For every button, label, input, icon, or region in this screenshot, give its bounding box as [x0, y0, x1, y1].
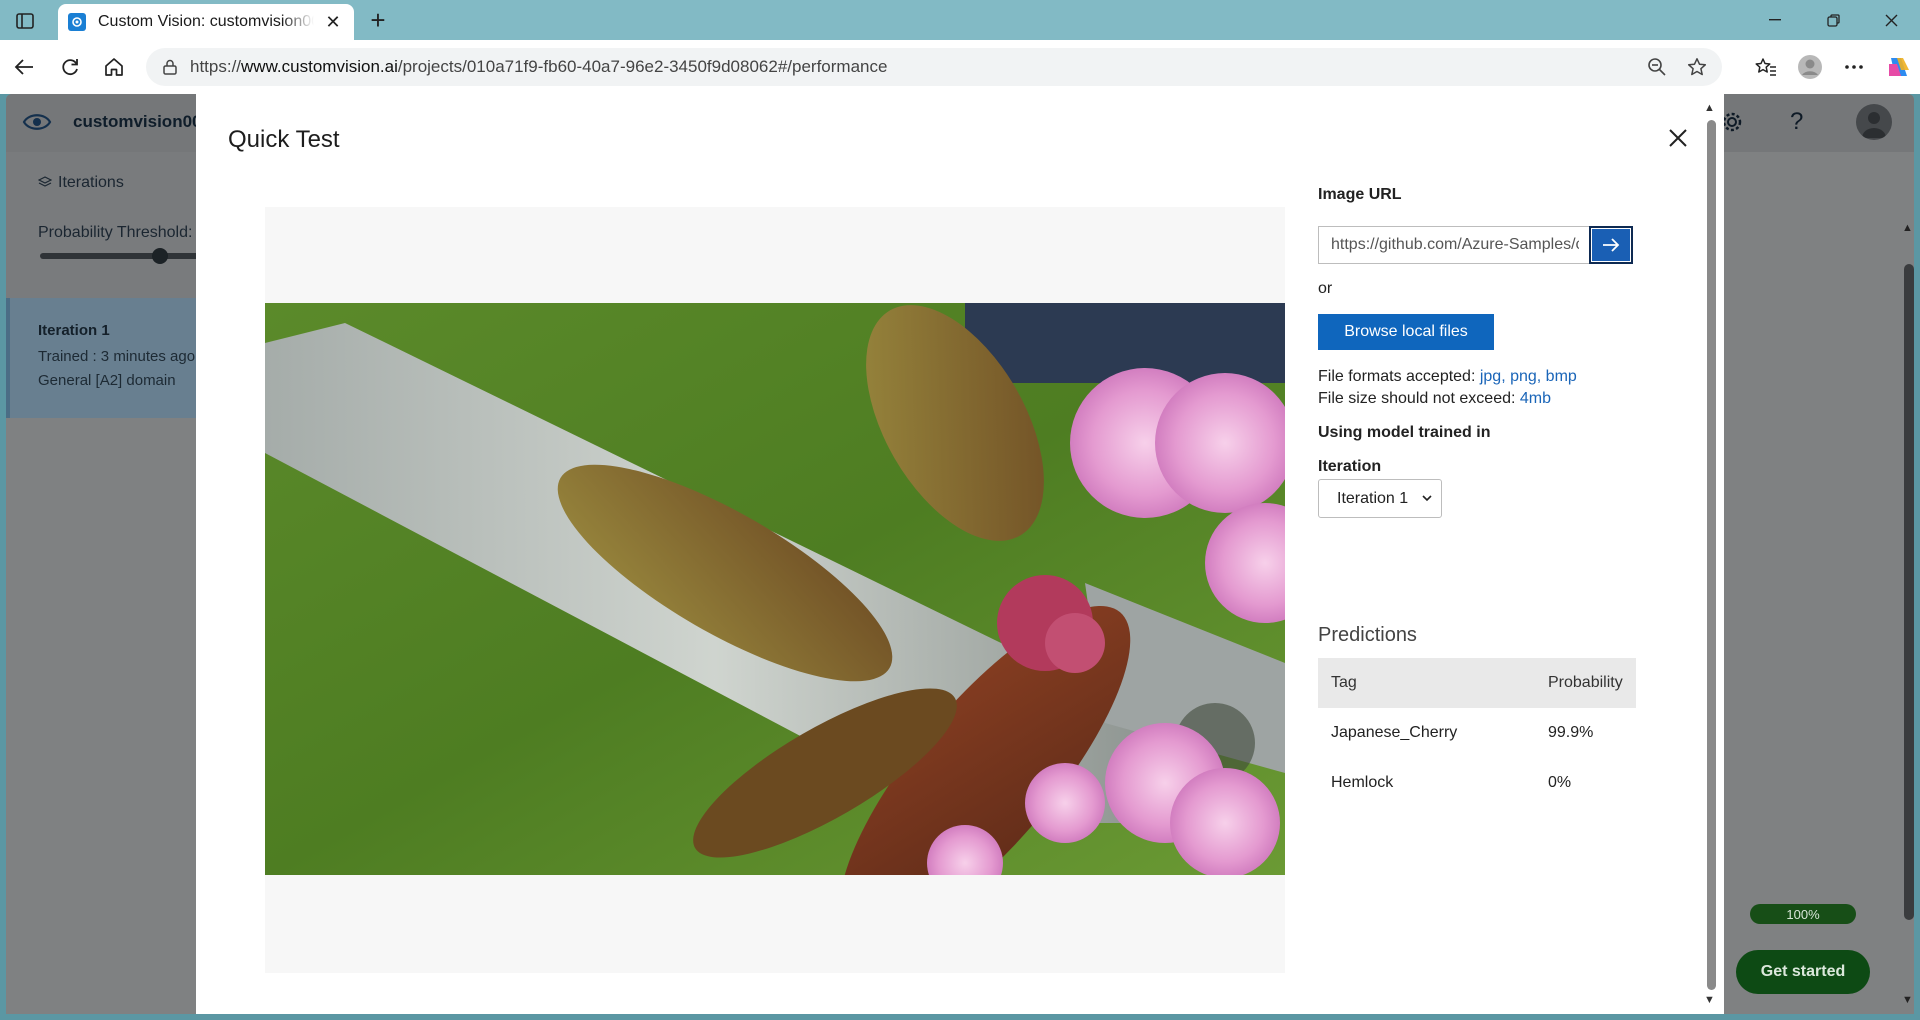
eye-logo-icon[interactable] [22, 110, 52, 134]
close-icon[interactable] [1662, 122, 1694, 154]
iteration-select[interactable]: Iteration 1 [1318, 479, 1442, 518]
image-url-label: Image URL [1318, 186, 1402, 203]
threshold-slider-thumb[interactable] [152, 248, 168, 264]
get-started-button[interactable]: Get started [1736, 950, 1870, 994]
arrow-right-icon [1603, 238, 1620, 252]
iteration-trained: Trained : 3 minutes ago [38, 348, 196, 365]
prediction-tag: Hemlock [1331, 774, 1394, 791]
app-scroll-up-icon[interactable]: ▲ [1902, 222, 1913, 234]
more-menu-icon[interactable] [1832, 51, 1876, 83]
predictions-table: Tag Probability Japanese_Cherry 99.9% He… [1318, 658, 1636, 808]
lock-icon[interactable] [160, 57, 180, 77]
url-text[interactable]: https://www.customvision.ai/projects/010… [190, 57, 887, 77]
browser-toolbar: https://www.customvision.ai/projects/010… [0, 40, 1920, 94]
copilot-icon[interactable] [1876, 51, 1920, 83]
modal-scroll-down-icon[interactable]: ▼ [1704, 994, 1715, 1006]
app-scroll-down-icon[interactable]: ▼ [1902, 994, 1913, 1006]
table-row: Hemlock 0% [1318, 758, 1636, 808]
prediction-probability: 99.9% [1548, 724, 1594, 741]
submit-url-button[interactable] [1589, 226, 1633, 264]
restore-icon[interactable] [1804, 0, 1862, 40]
profile-icon[interactable] [1788, 51, 1832, 83]
tab-title: Custom Vision: customvision001 - Perform… [98, 13, 314, 30]
iteration-card-title: Iteration 1 [38, 322, 110, 339]
iteration-select-value: Iteration 1 [1337, 489, 1409, 507]
iteration-domain: General [A2] domain [38, 372, 176, 389]
new-tab-icon[interactable]: + [364, 5, 392, 35]
threshold-slider-track[interactable] [40, 253, 200, 259]
zoom-out-icon[interactable] [1642, 52, 1672, 82]
table-row: Japanese_Cherry 99.9% [1318, 708, 1636, 758]
modal-title: Quick Test [228, 126, 340, 153]
file-size-info: File size should not exceed: 4mb [1318, 390, 1552, 407]
tab-strip: Custom Vision: customvision001 - Perform… [0, 0, 1920, 40]
layers-icon [38, 176, 52, 187]
test-image-cherry-blossom [265, 303, 1285, 875]
minimize-icon[interactable] [1746, 0, 1804, 40]
back-icon[interactable] [8, 51, 40, 83]
browser-tab[interactable]: Custom Vision: customvision001 - Perform… [58, 4, 354, 40]
predictions-header-row: Tag Probability [1318, 658, 1636, 708]
avatar[interactable] [1856, 104, 1892, 140]
address-bar[interactable]: https://www.customvision.ai/projects/010… [146, 48, 1722, 86]
quick-test-modal: Quick Test ▲ ▼ Image URL https://github.… [196, 94, 1724, 1014]
iteration-label: Iteration [1318, 458, 1382, 475]
window-controls [1746, 0, 1920, 40]
favorite-star-icon[interactable] [1682, 52, 1712, 82]
predictions-title: Predictions [1318, 624, 1417, 646]
app-scrollbar[interactable] [1904, 264, 1914, 920]
file-formats-info: File formats accepted: jpg, png, bmp [1318, 368, 1577, 385]
modal-scrollbar[interactable] [1707, 120, 1716, 990]
left-panel: Iterations Probability Threshold: 50% [6, 152, 229, 298]
refresh-icon[interactable] [54, 51, 86, 83]
prediction-tag: Japanese_Cherry [1331, 724, 1458, 741]
browse-local-files-button[interactable]: Browse local files [1318, 314, 1494, 350]
favorites-icon[interactable] [1744, 51, 1788, 83]
iterations-label: Iterations [58, 174, 124, 191]
tab-close-icon[interactable]: ✕ [322, 11, 344, 33]
help-icon[interactable]: ? [1790, 108, 1803, 136]
or-separator: or [1318, 280, 1333, 297]
progress-indicator: 100% [1750, 904, 1856, 924]
tag-column-header: Tag [1331, 674, 1357, 691]
probability-column-header: Probability [1548, 674, 1623, 691]
home-icon[interactable] [98, 51, 130, 83]
iteration-card[interactable]: Iteration 1 Trained : 3 minutes ago Gene… [6, 298, 200, 418]
project-name[interactable]: customvision001 [73, 112, 211, 132]
iterations-header: Iterations [38, 174, 124, 192]
chevron-down-icon [1422, 495, 1432, 502]
image-url-input[interactable] [1318, 226, 1592, 264]
sidebar-toggle-icon[interactable] [12, 8, 38, 34]
modal-scroll-up-icon[interactable]: ▲ [1704, 102, 1715, 114]
model-trained-label: Using model trained in [1318, 424, 1491, 441]
custom-vision-favicon-icon [68, 13, 86, 31]
image-preview-area [265, 207, 1285, 973]
prediction-probability: 0% [1548, 774, 1572, 791]
close-window-icon[interactable] [1862, 0, 1920, 40]
